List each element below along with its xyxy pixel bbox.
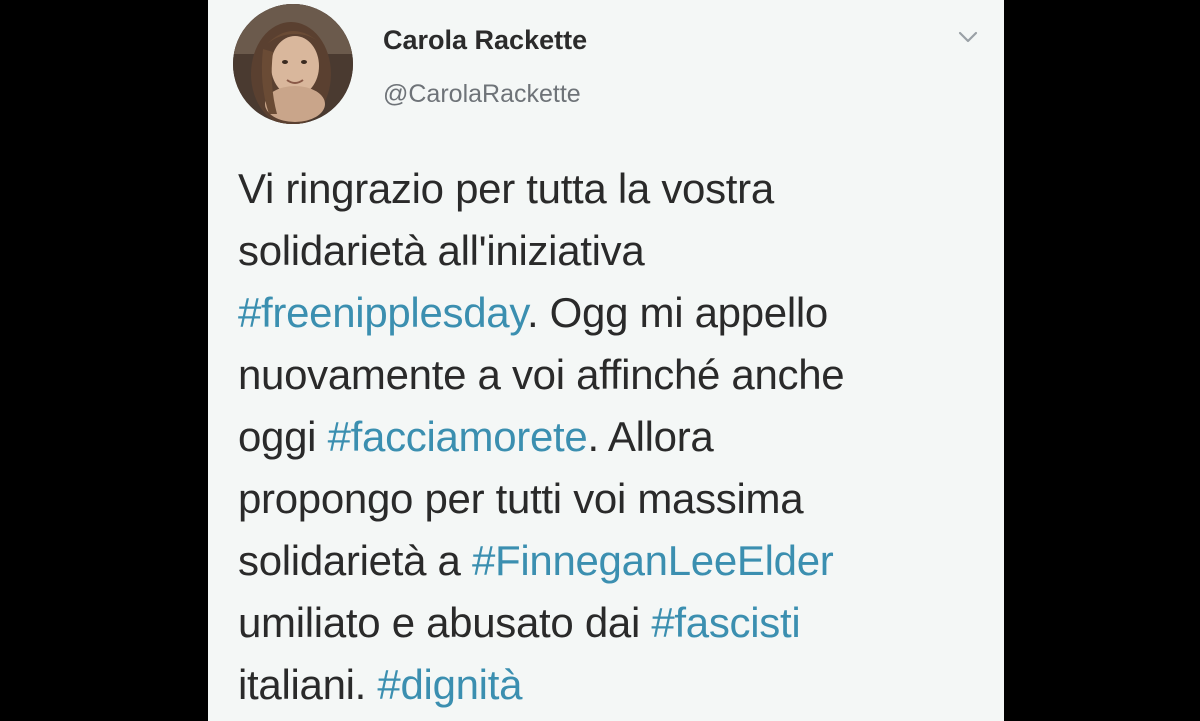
tweet-text-segment: oggi xyxy=(238,413,328,460)
tweet-text-segment: solidarietà all'iniziativa xyxy=(238,227,645,274)
screenshot-frame: Carola Rackette @CarolaRackette Vi ringr… xyxy=(0,0,1200,721)
tweet-text-segment: Vi ringrazio per tutta la vostra xyxy=(238,165,774,212)
author-handle[interactable]: @CarolaRackette xyxy=(383,80,581,109)
tweet-text-line: Vi ringrazio per tutta la vostra xyxy=(238,158,978,220)
hashtag-link[interactable]: #freenipplesday xyxy=(238,289,527,336)
tweet-text-line: solidarietà a #FinneganLeeElder xyxy=(238,530,978,592)
tweet-text-line: propongo per tutti voi massima xyxy=(238,468,978,530)
tweet-text: Vi ringrazio per tutta la vostra solidari… xyxy=(238,158,978,716)
tweet-text-line: nuovamente a voi affinché anche xyxy=(238,344,978,406)
avatar-photo xyxy=(233,4,353,124)
tweet-text-line: oggi #facciamorete. Allora xyxy=(238,406,978,468)
tweet-text-segment: nuovamente a voi affinché anche xyxy=(238,351,845,398)
hashtag-link[interactable]: #dignità xyxy=(377,661,522,708)
tweet-text-line: #freenipplesday. Ogg mi appello xyxy=(238,282,978,344)
tweet-card: Carola Rackette @CarolaRackette Vi ringr… xyxy=(208,0,1004,721)
hashtag-link[interactable]: #facciamorete xyxy=(328,413,588,460)
tweet-text-segment: solidarietà a xyxy=(238,537,472,584)
tweet-header: Carola Rackette @CarolaRackette xyxy=(208,0,1004,140)
tweet-text-segment: italiani. xyxy=(238,661,378,708)
hashtag-link[interactable]: #FinneganLeeElder xyxy=(472,537,834,584)
tweet-text-segment: . Ogg mi appello xyxy=(526,289,828,336)
tweet-text-line: solidarietà all'iniziativa xyxy=(238,220,978,282)
tweet-text-line: italiani. #dignità xyxy=(238,654,978,716)
tweet-text-segment: propongo per tutti voi massima xyxy=(238,475,804,522)
chevron-down-icon[interactable] xyxy=(956,28,980,46)
tweet-text-line: umiliato e abusato dai #fascisti xyxy=(238,592,978,654)
avatar[interactable] xyxy=(233,4,353,124)
author-display-name[interactable]: Carola Rackette xyxy=(383,25,587,56)
tweet-text-segment: umiliato e abusato dai xyxy=(238,599,652,646)
hashtag-link[interactable]: #fascisti xyxy=(651,599,800,646)
tweet-text-segment: . Allora xyxy=(587,413,714,460)
